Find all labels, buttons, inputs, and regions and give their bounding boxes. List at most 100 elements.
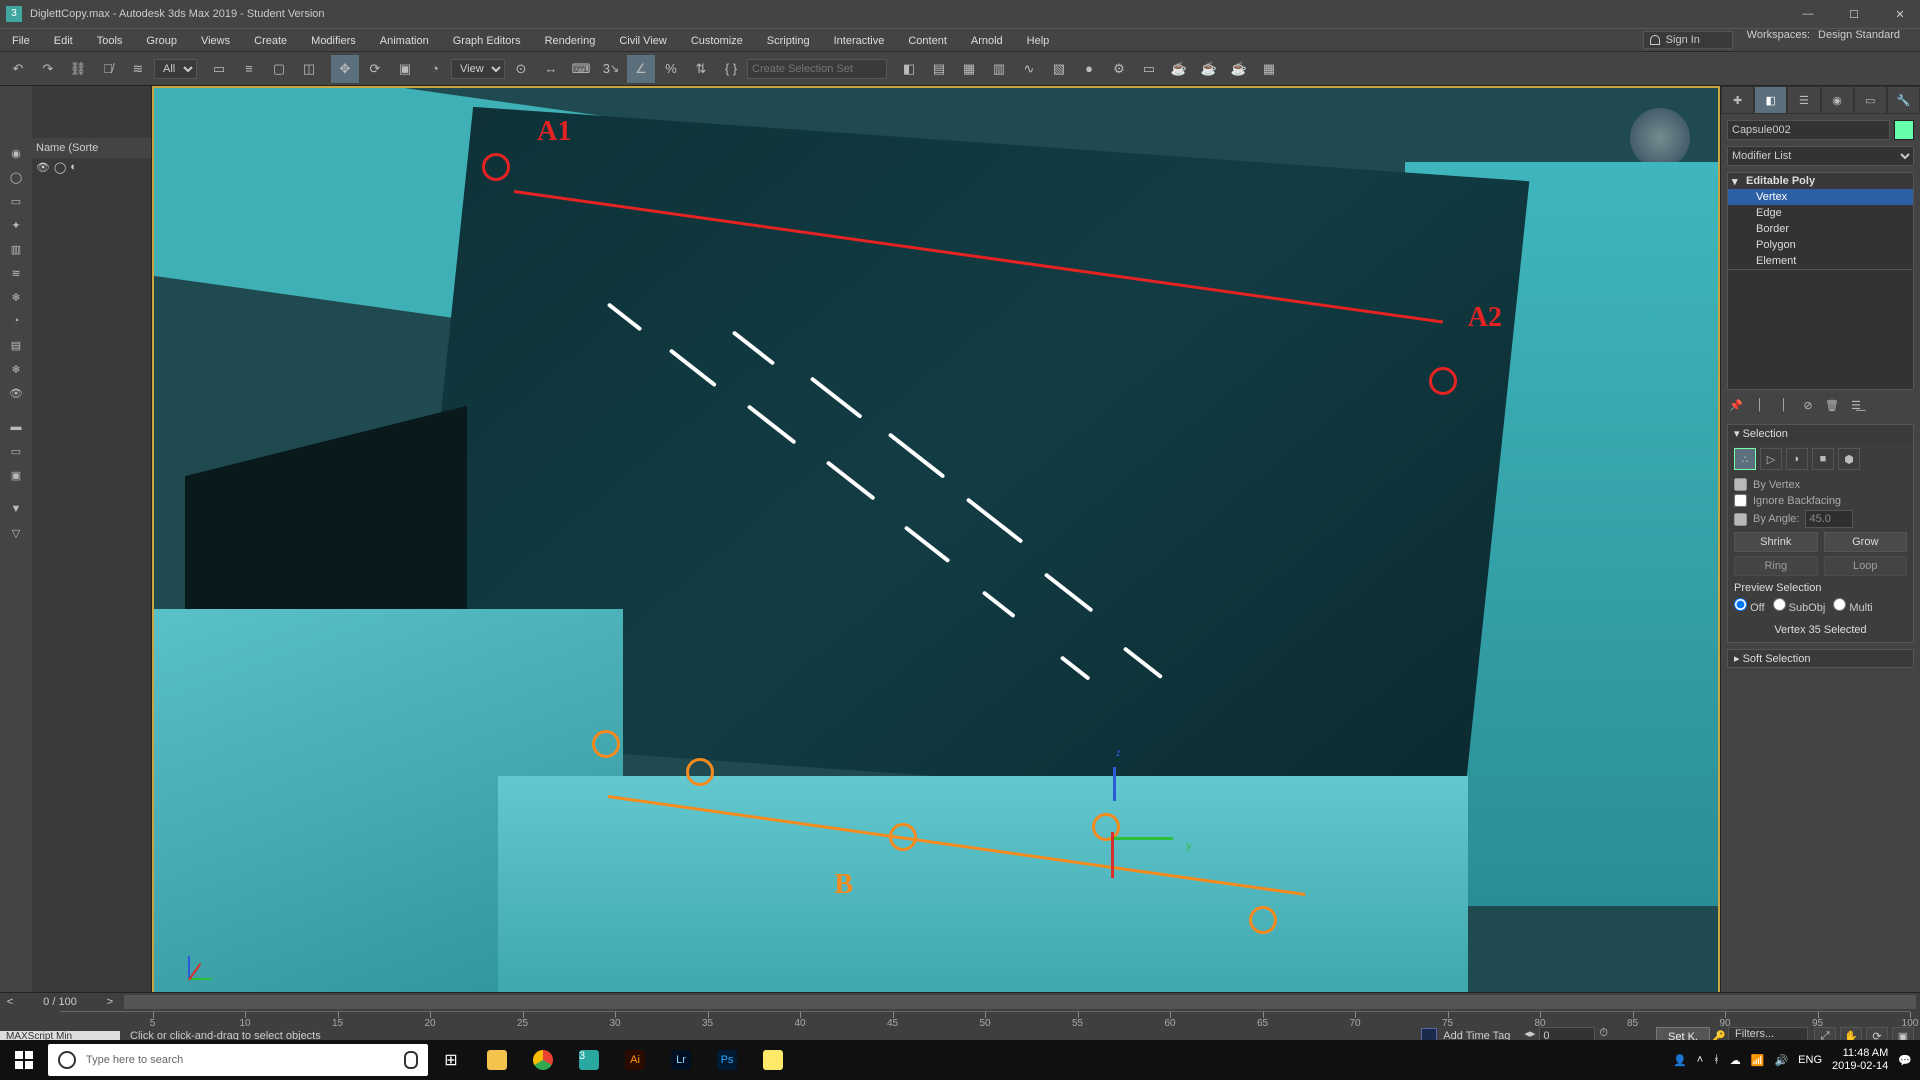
by-vertex-checkbox[interactable]: By Vertex — [1734, 478, 1907, 491]
scene-explorer-header[interactable]: Name (Sorte — [32, 138, 151, 158]
freeze-icon[interactable]: ◯ — [54, 161, 66, 174]
sticky-notes-icon[interactable] — [750, 1040, 796, 1080]
menu-edit[interactable]: Edit — [42, 29, 85, 51]
system-clock[interactable]: 11:48 AM 2019-02-14 — [1832, 1047, 1888, 1073]
snaps-toggle-button[interactable]: 3↘ — [597, 55, 625, 83]
tab-display[interactable]: ▭ — [1854, 86, 1887, 114]
angle-snap-button[interactable]: ∠ — [627, 55, 655, 83]
task-view-icon[interactable]: ⊞ — [428, 1040, 474, 1080]
maximize-button[interactable]: ☐ — [1840, 8, 1868, 21]
rotate-button[interactable]: ⟳ — [361, 55, 389, 83]
scene-explorer-vis-row[interactable]: 👁 ◯ ◐ — [32, 158, 151, 176]
people-icon[interactable]: 👤 — [1673, 1054, 1687, 1067]
start-button[interactable] — [0, 1040, 48, 1080]
menu-arnold[interactable]: Arnold — [959, 29, 1015, 51]
stack-edge[interactable]: Edge — [1728, 205, 1913, 221]
make-unique-icon[interactable]: │ — [1775, 396, 1793, 414]
schematic-view-button[interactable]: ▧ — [1045, 55, 1073, 83]
undo-button[interactable]: ↶ — [4, 55, 32, 83]
display-helpers-icon[interactable]: ≋ — [3, 262, 29, 284]
render-icon[interactable]: ◐ — [70, 161, 77, 173]
render-iterative-button[interactable]: ☕ — [1195, 55, 1223, 83]
by-angle-checkbox[interactable]: By Angle: — [1734, 510, 1907, 528]
modifier-stack[interactable]: Editable Poly Vertex Edge Border Polygon… — [1727, 172, 1914, 270]
time-slider-track[interactable] — [124, 995, 1916, 1009]
stack-vertex[interactable]: Vertex — [1728, 189, 1913, 205]
loop-button[interactable]: Loop — [1824, 556, 1908, 576]
menu-tools[interactable]: Tools — [85, 29, 135, 51]
action-center-icon[interactable]: 💬 — [1898, 1054, 1912, 1067]
grow-button[interactable]: Grow — [1824, 532, 1908, 552]
subobj-polygon-button[interactable]: ■ — [1812, 448, 1834, 470]
configure-icon[interactable]: ☰͟ — [1847, 396, 1865, 414]
select-by-name-button[interactable]: ≡ — [235, 55, 263, 83]
sort-icon[interactable]: ▽ — [3, 522, 29, 544]
menu-civil-view[interactable]: Civil View — [607, 29, 678, 51]
object-color-swatch[interactable] — [1894, 120, 1914, 140]
menu-help[interactable]: Help — [1015, 29, 1062, 51]
time-slider-right[interactable]: > — [100, 996, 120, 1008]
display-all-icon[interactable]: ◉ — [3, 142, 29, 164]
menu-views[interactable]: Views — [189, 29, 242, 51]
percent-snap-button[interactable]: % — [657, 55, 685, 83]
subobj-element-button[interactable]: ⬢ — [1838, 448, 1860, 470]
bluetooth-icon[interactable]: ᚼ — [1713, 1054, 1720, 1066]
display-lights-icon[interactable]: ✦ — [3, 214, 29, 236]
manipulate-button[interactable]: ↔ — [537, 55, 565, 83]
menu-modifiers[interactable]: Modifiers — [299, 29, 368, 51]
named-sel-set-button[interactable]: { } — [717, 55, 745, 83]
ring-button[interactable]: Ring — [1734, 556, 1818, 576]
render-setup-button[interactable]: ⚙ — [1105, 55, 1133, 83]
mic-icon[interactable] — [404, 1051, 418, 1069]
render-frame-button[interactable]: ▭ — [1135, 55, 1163, 83]
redo-button[interactable]: ↷ — [34, 55, 62, 83]
time-slider-left[interactable]: < — [0, 996, 20, 1008]
selection-set-input[interactable] — [747, 59, 887, 79]
selection-filter-dropdown[interactable]: All — [154, 59, 197, 79]
workspaces-value[interactable]: Design Standard — [1818, 29, 1920, 51]
photoshop-icon[interactable]: Ps — [704, 1040, 750, 1080]
shrink-button[interactable]: Shrink — [1734, 532, 1818, 552]
select-object-button[interactable]: ▭ — [205, 55, 233, 83]
display-groups-icon[interactable]: ◔ — [3, 310, 29, 332]
render-button[interactable]: ☕ — [1165, 55, 1193, 83]
illustrator-icon[interactable]: Ai — [612, 1040, 658, 1080]
menu-scripting[interactable]: Scripting — [755, 29, 822, 51]
display-pk-icon[interactable]: ▣ — [3, 464, 29, 486]
trash-icon[interactable]: 🗑 — [1823, 396, 1841, 414]
eye-icon[interactable]: 👁 — [36, 161, 50, 174]
subobj-edge-button[interactable]: ▷ — [1760, 448, 1782, 470]
gizmo-y-axis[interactable] — [1113, 837, 1173, 840]
display-containers-icon[interactable]: ▭ — [3, 440, 29, 462]
time-slider-position[interactable]: 0 / 100 — [20, 996, 100, 1008]
preview-off-radio[interactable]: Off — [1734, 598, 1765, 614]
volume-icon[interactable]: 🔊 — [1774, 1054, 1788, 1067]
gizmo-x-axis[interactable] — [1111, 832, 1114, 878]
tray-overflow-icon[interactable]: ˄ — [1697, 1054, 1703, 1066]
menu-interactive[interactable]: Interactive — [822, 29, 897, 51]
preview-subobj-radio[interactable]: SubObj — [1773, 598, 1826, 614]
window-crossing-button[interactable]: ◫ — [295, 55, 323, 83]
subobj-vertex-button[interactable]: ∴ — [1734, 448, 1756, 470]
by-angle-input[interactable] — [1805, 510, 1853, 528]
show-end-result-icon[interactable]: │ — [1751, 396, 1769, 414]
layer-explorer-button[interactable]: ▦ — [955, 55, 983, 83]
lang-indicator[interactable]: ENG — [1798, 1054, 1822, 1066]
unlink-button[interactable]: ⛓̸ — [94, 55, 122, 83]
display-frozen-icon[interactable]: 👁 — [3, 382, 29, 404]
display-bone-icon[interactable]: ❄ — [3, 358, 29, 380]
chrome-icon[interactable] — [520, 1040, 566, 1080]
minimize-button[interactable]: — — [1794, 8, 1822, 21]
render-production-button[interactable]: ☕ — [1225, 55, 1253, 83]
menu-content[interactable]: Content — [896, 29, 959, 51]
menu-rendering[interactable]: Rendering — [533, 29, 608, 51]
spinner-snap-button[interactable]: ⇅ — [687, 55, 715, 83]
lightroom-icon[interactable]: Lr — [658, 1040, 704, 1080]
ignore-backfacing-checkbox[interactable]: Ignore Backfacing — [1734, 494, 1907, 507]
move-button[interactable]: ✥ — [331, 55, 359, 83]
viewport-area[interactable]: [ + ] [ Perspective ] [ Standard ] [ Edg… — [152, 86, 1720, 1020]
use-pivot-button[interactable]: ⊙ — [507, 55, 535, 83]
menu-group[interactable]: Group — [134, 29, 189, 51]
display-cameras-icon[interactable]: ▥ — [3, 238, 29, 260]
tab-utilities[interactable]: 🔧 — [1887, 86, 1920, 114]
